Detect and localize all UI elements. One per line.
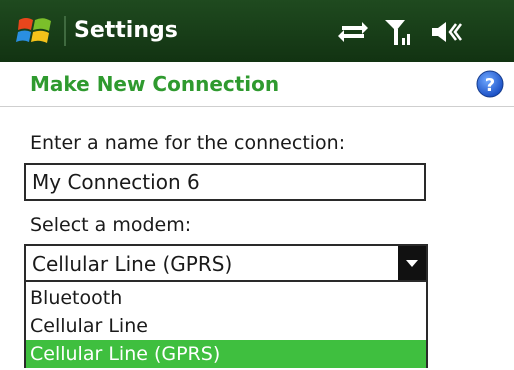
page-header: Make New Connection ? (0, 62, 514, 107)
windows-start-icon[interactable] (16, 12, 54, 50)
modem-option-cellular-line[interactable]: Cellular Line (26, 312, 426, 340)
title-bar: Settings (0, 0, 514, 62)
modem-select-value: Cellular Line (GPRS) (32, 252, 233, 276)
data-sync-icon[interactable] (336, 18, 370, 46)
title-separator (64, 16, 66, 46)
connection-name-label: Enter a name for the connection: (30, 132, 346, 154)
chevron-down-icon[interactable] (398, 246, 426, 280)
modem-dropdown-list: Bluetooth Cellular Line Cellular Line (G… (24, 280, 428, 368)
modem-option-bluetooth[interactable]: Bluetooth (26, 284, 426, 312)
connection-name-input[interactable] (24, 163, 426, 201)
page-title: Make New Connection (30, 72, 280, 96)
svg-text:?: ? (485, 75, 495, 96)
settings-screen: Settings Make New Connection ? Enter a n… (0, 0, 514, 370)
help-icon[interactable]: ? (476, 70, 504, 98)
speaker-volume-icon[interactable] (430, 18, 464, 46)
signal-strength-icon[interactable] (383, 18, 417, 46)
modem-select-label: Select a modem: (30, 214, 192, 236)
app-title: Settings (74, 18, 178, 43)
modem-option-cellular-line-gprs[interactable]: Cellular Line (GPRS) (26, 340, 426, 368)
modem-select[interactable]: Cellular Line (GPRS) (24, 244, 428, 282)
